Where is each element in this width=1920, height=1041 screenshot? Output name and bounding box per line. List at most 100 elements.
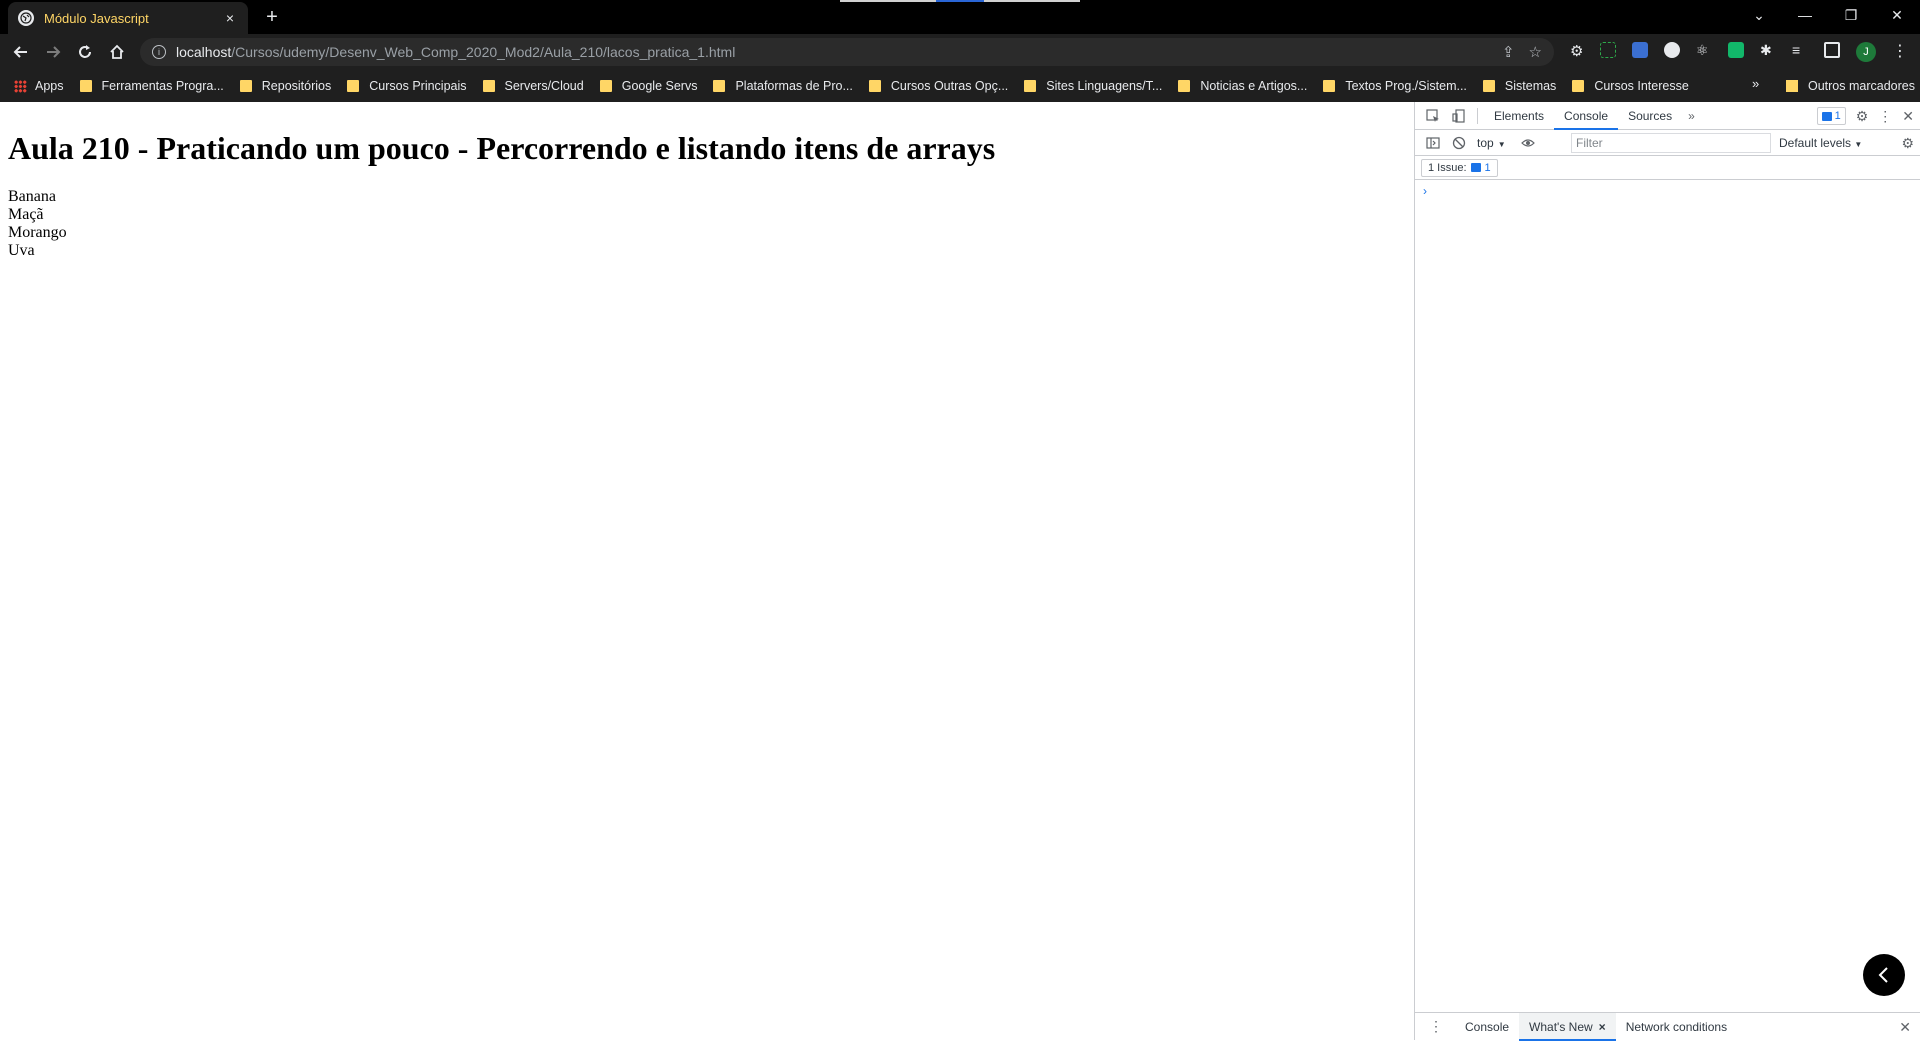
address-bar[interactable]: i localhost/Cursos/udemy/Desenv_Web_Comp… (140, 38, 1554, 66)
issues-button[interactable]: 1 Issue: 1 (1421, 158, 1498, 177)
bookmark-folder[interactable]: Sistemas (1482, 79, 1556, 93)
more-tabs-icon[interactable]: » (1682, 109, 1701, 123)
folder-icon (1178, 80, 1191, 92)
close-drawer-icon[interactable]: ✕ (1899, 1013, 1911, 1041)
console-prompt[interactable]: › (1415, 180, 1920, 198)
bookmark-folder[interactable]: Cursos Outras Opç... (868, 79, 1008, 93)
devtools-menu-icon[interactable]: ⋮ (1878, 108, 1892, 125)
live-expression-eye-icon[interactable] (1520, 135, 1536, 151)
device-toolbar-icon[interactable] (1451, 108, 1467, 124)
share-icon[interactable]: ⇪ (1502, 43, 1515, 61)
bookmark-folder[interactable]: Repositórios (239, 79, 331, 93)
log-levels-dropdown[interactable]: Default levels ▼ (1779, 130, 1862, 156)
forward-arrow-icon[interactable] (40, 39, 66, 65)
folder-icon (1482, 80, 1495, 92)
globe-icon (18, 10, 34, 26)
list-item: Morango (8, 224, 67, 242)
home-icon[interactable] (104, 39, 130, 65)
tab-elements[interactable]: Elements (1484, 102, 1554, 130)
bookmark-folder[interactable]: Plataformas de Pro... (713, 79, 853, 93)
devtools-drawer: ⋮ Console What's New × Network conditions… (1415, 1012, 1920, 1041)
tab-title: Módulo Javascript (44, 10, 149, 26)
back-arrow-icon[interactable] (8, 39, 34, 65)
browser-tab[interactable]: Módulo Javascript × (8, 2, 248, 34)
drawer-tab-whats-new[interactable]: What's New × (1519, 1012, 1616, 1041)
list-item: Banana (8, 188, 56, 206)
bookmark-apps[interactable]: Apps (14, 79, 64, 93)
close-window-button[interactable]: ✕ (1874, 0, 1920, 30)
devtools-panel: Elements Console Sources » 1 ⚙ ⋮ ✕ top ▼ … (1414, 102, 1920, 1041)
url-path: /Cursos/udemy/Desenv_Web_Comp_2020_Mod2/… (231, 44, 736, 60)
extension-dark-mode-icon[interactable] (1664, 42, 1680, 58)
context-selector[interactable]: top ▼ (1477, 136, 1506, 150)
issues-badge[interactable]: 1 (1816, 107, 1846, 125)
bookmarks-bar: Apps Ferramentas Progra... Repositórios … (0, 70, 1920, 102)
reading-list-icon[interactable]: ≡ (1792, 42, 1808, 58)
folder-icon (1572, 80, 1585, 92)
sidebar-toggle-icon[interactable] (1425, 135, 1441, 151)
side-panel-icon[interactable] (1824, 42, 1840, 58)
page-content: Aula 210 - Praticando um pouco - Percorr… (0, 102, 1414, 1040)
folder-icon (482, 80, 495, 92)
extension-screenshot-icon[interactable] (1600, 42, 1616, 58)
extension-react-icon[interactable]: ⚛ (1696, 42, 1712, 58)
bookmark-folder[interactable]: Textos Prog./Sistem... (1323, 79, 1467, 93)
bookmark-folder[interactable]: Ferramentas Progra... (79, 79, 224, 93)
tab-console[interactable]: Console (1554, 102, 1619, 130)
folder-icon (599, 80, 612, 92)
settings-gear-icon[interactable]: ⚙ (1856, 108, 1869, 125)
bookmark-star-icon[interactable]: ☆ (1529, 43, 1542, 61)
apps-grid-icon (14, 79, 27, 93)
title-bar: Módulo Javascript × + ⌄ — ❐ ✕ (0, 0, 1920, 34)
extension-green-icon[interactable] (1728, 42, 1744, 58)
list-item: Uva (8, 242, 35, 260)
site-info-icon[interactable]: i (152, 45, 166, 59)
tab-sources[interactable]: Sources (1618, 102, 1682, 130)
bookmark-folder[interactable]: Google Servs (599, 79, 697, 93)
bookmarks-overflow-button[interactable]: » (1752, 76, 1759, 91)
profile-avatar[interactable]: J (1856, 42, 1876, 62)
bookmark-folder[interactable]: Cursos Principais (347, 79, 467, 93)
window-drag-indicator (840, 0, 1080, 2)
bookmark-folder[interactable]: Cursos Interesse (1572, 79, 1689, 93)
bookmark-folder[interactable]: Sites Linguagens/T... (1024, 79, 1162, 93)
console-filter-input[interactable]: Filter (1571, 133, 1771, 153)
tab-close-icon[interactable]: × (222, 10, 238, 26)
folder-icon (1024, 80, 1037, 92)
new-tab-button[interactable]: + (260, 6, 284, 28)
devtools-tabbar: Elements Console Sources » 1 ⚙ ⋮ ✕ (1415, 102, 1920, 130)
drawer-tab-network-conditions[interactable]: Network conditions (1616, 1013, 1737, 1041)
minimize-button[interactable]: — (1782, 0, 1828, 30)
url-host: localhost (176, 44, 232, 60)
close-tab-icon[interactable]: × (1599, 1020, 1606, 1034)
console-toolbar: top ▼ Filter Default levels ▼ ⚙ (1415, 130, 1920, 156)
message-icon (1470, 163, 1481, 172)
inspect-element-icon[interactable] (1425, 108, 1441, 124)
folder-icon (1786, 80, 1798, 92)
reload-icon[interactable] (72, 39, 98, 65)
collapse-chevron-button[interactable] (1863, 954, 1905, 996)
folder-icon (347, 80, 360, 92)
extension-gear-icon[interactable]: ⚙ (1570, 42, 1586, 60)
tab-search-icon[interactable]: ⌄ (1736, 0, 1782, 30)
folder-icon (713, 80, 726, 92)
extensions-puzzle-icon[interactable]: ✱ (1760, 42, 1776, 58)
bookmark-folder[interactable]: Servers/Cloud (482, 79, 584, 93)
bookmark-folder[interactable]: Noticias e Artigos... (1178, 79, 1307, 93)
divider (1477, 107, 1478, 124)
restore-button[interactable]: ❐ (1828, 0, 1874, 30)
page-heading: Aula 210 - Praticando um pouco - Percorr… (8, 130, 996, 166)
folder-icon (79, 80, 92, 92)
browser-menu-icon[interactable]: ⋮ (1892, 41, 1908, 61)
issues-bar: 1 Issue: 1 (1415, 156, 1920, 180)
other-bookmarks[interactable]: Outros marcadores (1786, 70, 1915, 102)
clear-console-icon[interactable] (1451, 135, 1467, 151)
folder-icon (239, 80, 252, 92)
list-item: Maçã (8, 206, 44, 224)
folder-icon (1323, 80, 1336, 92)
close-devtools-icon[interactable]: ✕ (1902, 108, 1914, 125)
console-settings-icon[interactable]: ⚙ (1901, 135, 1914, 152)
extension-translate-icon[interactable] (1632, 42, 1648, 58)
drawer-menu-icon[interactable]: ⋮ (1429, 1018, 1443, 1035)
drawer-tab-console[interactable]: Console (1455, 1013, 1519, 1041)
